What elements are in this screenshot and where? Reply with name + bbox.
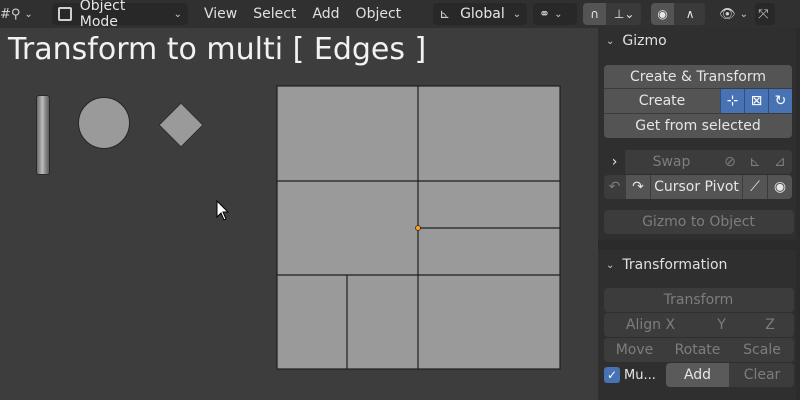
create-transform-button[interactable]: Create & Transform (604, 65, 792, 89)
header-bar: #⚲ ⌄ Object Mode ⌄ View Select Add Objec… (0, 0, 800, 30)
multi-checkbox-group[interactable]: ✓ Mu... (604, 363, 666, 387)
axes-icon: ⊹ (726, 93, 739, 109)
swap-expand-toggle[interactable]: › (604, 150, 626, 174)
mode-label: Object Mode (79, 0, 126, 30)
transformation-section-header[interactable]: ⌄ Transformation (598, 250, 796, 280)
chevron-down-icon: ⌄ (173, 8, 182, 20)
swap-mesh-icon[interactable]: ⊘ (718, 150, 743, 174)
add-button[interactable]: Add (666, 363, 730, 387)
cylinder-object[interactable] (36, 95, 50, 175)
blender-window: #⚲ ⌄ Object Mode ⌄ View Select Add Objec… (0, 0, 800, 400)
create-axes-toggle[interactable]: ⊹ (720, 89, 744, 113)
cursor-pivot-button[interactable]: Cursor Pivot (651, 175, 743, 199)
menu-view[interactable]: View (196, 6, 245, 22)
orientation-dropdown[interactable]: ⊾ Global ⌄ (433, 3, 528, 25)
eye-icon: 👁 (719, 6, 736, 22)
snap-increment-icon: ⊥⌄ (613, 7, 635, 21)
gizmo-to-object-button[interactable]: Gizmo to Object (604, 210, 794, 234)
proportional-icon: ◉ (657, 7, 668, 21)
orientation-label: Global (460, 6, 505, 22)
chevron-down-icon: ⌄ (739, 8, 749, 20)
circle-object[interactable] (78, 97, 130, 149)
chevron-down-icon: ⌄ (24, 8, 33, 20)
mode-dropdown[interactable]: Object Mode ⌄ (52, 0, 188, 30)
transformation-heading: Transformation (622, 257, 728, 273)
swap-button[interactable]: Swap (626, 150, 718, 174)
create-rotate-toggle[interactable]: ↻ (768, 89, 792, 113)
align-z-button[interactable]: Z (746, 313, 794, 337)
multi-label: Mu... (624, 367, 656, 383)
grid-plane-object[interactable] (276, 85, 562, 371)
align-y-button[interactable]: Y (698, 313, 746, 337)
pivot-dropdown[interactable]: ⚭ ⌄ (533, 3, 578, 25)
viewport-title-overlay: Transform to multi [ Edges ] (8, 32, 427, 67)
gizmo-icon: ⤧ (758, 6, 769, 22)
editor-type-selector[interactable]: #⚲ ⌄ (0, 3, 44, 25)
multi-row: ✓ Mu... Add Clear (604, 363, 794, 387)
3d-viewport[interactable]: Transform to multi [ Edges ] (0, 28, 598, 400)
grid-pivot-icon: #⚲ (0, 6, 21, 22)
menu-add[interactable]: Add (304, 6, 347, 22)
mouse-cursor-icon (216, 200, 230, 221)
align-x-button[interactable]: Align X (604, 313, 698, 337)
falloff-dropdown[interactable]: ∧ (675, 3, 706, 25)
object-mode-icon (58, 7, 72, 21)
get-from-selected-button[interactable]: Get from selected (604, 114, 792, 138)
proportional-group: ◉ ∧ (651, 3, 706, 25)
chevron-down-icon: ⌄ (606, 259, 615, 271)
create-bounds-toggle[interactable]: ⊠ (744, 89, 768, 113)
swap-row: › Swap ⊘ ⊾ ⊿ (604, 150, 794, 174)
align-row: Align X Y Z (604, 313, 794, 337)
chevron-down-icon: ⌄ (554, 8, 563, 20)
gizmo-heading: Gizmo (622, 33, 667, 49)
swap-corner-icon[interactable]: ⊾ (743, 150, 768, 174)
measure-line-icon[interactable]: ⟋ (743, 175, 768, 199)
check-icon: ✓ (606, 368, 618, 382)
rotate-icon: ↻ (774, 93, 787, 109)
rotate-button[interactable]: Rotate (666, 338, 730, 362)
link-icon: ⚭ (539, 6, 551, 22)
proportional-edit-toggle[interactable]: ◉ (651, 3, 676, 25)
gizmo-section-header[interactable]: ⌄ Gizmo (598, 28, 796, 54)
menu-object[interactable]: Object (348, 6, 410, 22)
gizmo-toggle[interactable]: ⤧ (755, 3, 776, 25)
scale-button[interactable]: Scale (730, 338, 794, 362)
diamond-object[interactable] (158, 102, 204, 148)
move-button[interactable]: Move (604, 338, 666, 362)
multi-checkbox[interactable]: ✓ (604, 367, 620, 383)
swap-axes-icon[interactable]: ⊿ (768, 150, 792, 174)
pivot-point (415, 225, 421, 231)
eye-icon[interactable]: ◉ (768, 175, 792, 199)
cursor-pivot-row: ↶ ↷ Cursor Pivot ⟋ ◉ (604, 175, 794, 199)
chevron-down-icon: ⌄ (606, 35, 615, 47)
snap-target-dropdown[interactable]: ⊥⌄ (607, 3, 642, 25)
menu-select[interactable]: Select (245, 6, 304, 22)
axes-icon: ⊾ (439, 6, 451, 22)
create-button[interactable]: Create (604, 89, 720, 113)
clear-button[interactable]: Clear (730, 363, 794, 387)
bounding-box-icon: ⊠ (750, 93, 763, 109)
chevron-right-icon: › (611, 154, 618, 170)
undo-icon[interactable]: ↶ (604, 175, 626, 199)
sidebar-panel: ⌄ Gizmo Create & Transform Create ⊹ ⊠ ↻ … (598, 28, 800, 400)
visibility-dropdown[interactable]: 👁 ⌄ (719, 3, 755, 25)
move-rotate-scale-row: Move Rotate Scale (604, 338, 794, 362)
snap-toggle[interactable]: ∩ (583, 3, 608, 25)
snap-group: ∩ ⊥⌄ (583, 3, 642, 25)
gizmo-button-stack: Create & Transform Create ⊹ ⊠ ↻ Get from… (604, 65, 792, 138)
chevron-down-icon: ⌄ (512, 8, 522, 20)
redo-icon[interactable]: ↷ (626, 175, 651, 199)
magnet-icon: ∩ (590, 7, 600, 21)
falloff-curve-icon: ∧ (685, 7, 695, 21)
transform-button[interactable]: Transform (604, 288, 794, 312)
